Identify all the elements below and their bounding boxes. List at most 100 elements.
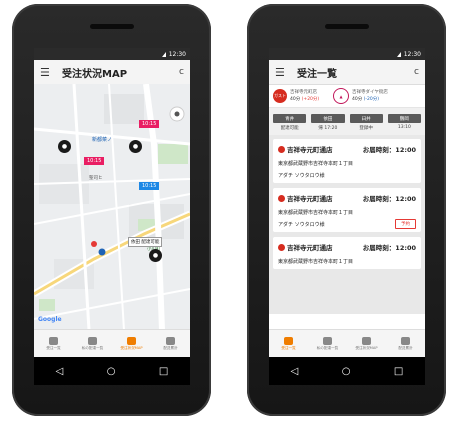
map-canvas	[34, 83, 190, 331]
map-label-district: 新都菜ノ	[92, 137, 113, 143]
android-nav-bar: ◁ ○ □	[34, 357, 190, 385]
order-address: 東京都武蔵野市吉祥寺本町１丁目	[278, 161, 354, 167]
order-store: 吉祥寺元町通店	[287, 244, 333, 252]
home-icon[interactable]: ○	[342, 366, 351, 377]
store-info[interactable]: 吉祥寺ダイヤ街店 40分 (-20分)	[352, 89, 398, 103]
tab-my-deliveries[interactable]: 私の配達一覧	[73, 330, 112, 357]
status-bar: 12:30	[269, 48, 425, 60]
time-tag[interactable]: 10:15	[139, 182, 160, 190]
tab-label: 受注状況MAP	[355, 345, 378, 350]
order-customer: アダチ ソウタロウ様	[278, 173, 325, 179]
tab-label: 私の配達一覧	[81, 345, 104, 350]
signal-icon	[161, 51, 166, 57]
refresh-icon[interactable]: c	[414, 67, 419, 77]
driver-callout: 依田 配達可能	[128, 237, 163, 247]
tab-my-deliveries[interactable]: 私の配達一覧	[308, 330, 347, 357]
store-name: 吉祥寺ダイヤ街店	[352, 90, 388, 95]
tab-order-map[interactable]: 受注状況MAP	[112, 330, 151, 357]
driver-filter-row: 青井 依田 臼井 鶴岡	[269, 108, 425, 124]
tab-delivery-total[interactable]: 配送累計	[386, 330, 425, 357]
order-store: 吉祥寺元町通店	[287, 195, 333, 203]
page-title: 受注状況MAP	[62, 68, 128, 80]
tab-label: 配送累計	[398, 345, 413, 350]
tab-label: 受注状況MAP	[120, 345, 143, 350]
store-logo-icon	[278, 145, 285, 153]
driver-button[interactable]: 臼井	[349, 114, 383, 123]
time-tag[interactable]: 10:15	[139, 120, 160, 128]
store-name: 吉祥寺元町店	[290, 90, 317, 95]
clock-icon	[166, 336, 175, 345]
driver-button[interactable]: 依田	[311, 114, 345, 123]
status-time: 12:30	[403, 50, 421, 58]
bottom-tab-bar: 受注一覧 私の配達一覧 受注状況MAP 配送累計	[34, 329, 190, 357]
driver-button[interactable]: 鶴岡	[387, 114, 421, 123]
order-delivery-time: お届時刻：12:00	[362, 195, 416, 203]
tab-label: 受注一覧	[46, 345, 61, 350]
tab-order-list[interactable]: 受注一覧	[269, 330, 308, 357]
map-pin-icon	[362, 336, 371, 345]
driver-pin[interactable]: ●	[58, 140, 71, 153]
order-address: 東京都武蔵野市吉祥寺本町１丁目	[278, 259, 354, 265]
map-app-bar: ☰ 受注状況MAP c	[34, 60, 190, 85]
reservation-badge: 予約	[395, 219, 416, 229]
status-time: 12:30	[168, 50, 186, 58]
driver-button[interactable]: 青井	[273, 114, 307, 123]
order-card[interactable]: 吉祥寺元町通店 お届時刻：12:00 東京都武蔵野市吉祥寺本町１丁目 アダチ ソ…	[273, 188, 421, 232]
tab-order-map[interactable]: 受注状況MAP	[347, 330, 386, 357]
clock-icon	[401, 336, 410, 345]
earpiece	[90, 24, 134, 29]
map-screen: 12:30 ☰ 受注状況MAP c 新都菜ノ 聖司ヒ 10:15 10:15 1…	[34, 48, 190, 385]
driver-pin-selected[interactable]: ●	[149, 249, 162, 262]
page-title: 受注一覧	[297, 68, 337, 80]
list-icon	[49, 336, 58, 345]
driver-status: 帰 17:20	[318, 126, 338, 131]
phone-list: 12:30 ☰ 受注一覧 c ガスト 吉祥寺元町店 40分 (+20分) ▲ 吉…	[247, 4, 446, 416]
recent-apps-icon[interactable]: □	[394, 366, 403, 377]
status-bar: 12:30	[34, 48, 190, 60]
store-logo: ▲	[333, 88, 349, 104]
tab-label: 受注一覧	[281, 345, 296, 350]
person-icon: ●	[152, 252, 159, 259]
store-wait-time: 40分	[290, 97, 301, 102]
earpiece	[325, 24, 369, 29]
order-address: 東京都武蔵野市吉祥寺本町１丁目	[278, 210, 354, 216]
driver-pin[interactable]: ●	[129, 140, 142, 153]
back-icon[interactable]: ◁	[56, 366, 64, 377]
store-wait-time: 40分	[352, 97, 363, 102]
list-app-bar: ☰ 受注一覧 c	[269, 60, 425, 85]
list-screen: 12:30 ☰ 受注一覧 c ガスト 吉祥寺元町店 40分 (+20分) ▲ 吉…	[269, 48, 425, 385]
order-card[interactable]: 吉祥寺元町通店 お届時刻：12:00 東京都武蔵野市吉祥寺本町１丁目	[273, 237, 421, 269]
driver-status: 13:10	[397, 125, 411, 130]
hamburger-menu-icon[interactable]: ☰	[40, 66, 56, 79]
order-delivery-time: お届時刻：12:00	[362, 244, 416, 252]
hamburger-menu-icon[interactable]: ☰	[275, 66, 291, 79]
order-card[interactable]: 吉祥寺元町通店 お届時刻：12:00 東京都武蔵野市吉祥寺本町１丁目 アダチ ソ…	[273, 139, 421, 183]
map-view[interactable]: 新都菜ノ 聖司ヒ 小川町 10:15 10:15 10:15 ● ● ● 依田 …	[34, 83, 190, 331]
delivery-icon	[88, 336, 97, 345]
store-logo: ガスト	[273, 89, 287, 103]
driver-status: 配達可能	[280, 126, 299, 131]
back-icon[interactable]: ◁	[291, 366, 299, 377]
tab-label: 配送累計	[163, 345, 178, 350]
time-tag[interactable]: 10:15	[84, 157, 105, 165]
store-wait-delta: (+20分)	[301, 97, 320, 102]
signal-icon	[396, 51, 401, 57]
home-icon[interactable]: ○	[107, 366, 116, 377]
tab-order-list[interactable]: 受注一覧	[34, 330, 73, 357]
phone-map: 12:30 ☰ 受注状況MAP c 新都菜ノ 聖司ヒ 10:15 10:15 1…	[12, 4, 211, 416]
order-delivery-time: お届時刻：12:00	[362, 146, 416, 154]
bottom-tab-bar: 受注一覧 私の配達一覧 受注状況MAP 配送累計	[269, 329, 425, 357]
store-summary-bar: ガスト 吉祥寺元町店 40分 (+20分) ▲ 吉祥寺ダイヤ街店 40分 (-2…	[269, 85, 425, 108]
store-info[interactable]: 吉祥寺元町店 40分 (+20分)	[290, 89, 330, 103]
driver-status-row: 配達可能 帰 17:20 登録中 13:10	[269, 124, 425, 135]
map-label-place: 聖司ヒ	[89, 176, 103, 181]
driver-status: 登録中	[359, 126, 373, 131]
tab-delivery-total[interactable]: 配送累計	[151, 330, 190, 357]
store-logo-icon	[278, 243, 285, 251]
google-logo: Google	[38, 316, 62, 323]
store-wait-delta: (-20分)	[363, 97, 380, 102]
refresh-icon[interactable]: c	[179, 67, 184, 77]
recent-apps-icon[interactable]: □	[159, 366, 168, 377]
tab-label: 私の配達一覧	[316, 345, 339, 350]
android-nav-bar: ◁ ○ □	[269, 357, 425, 385]
